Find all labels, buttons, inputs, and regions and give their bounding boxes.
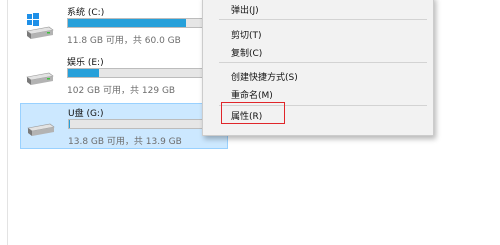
drive-usage-bar (68, 119, 218, 129)
menu-separator (219, 19, 427, 20)
menu-item-cut[interactable]: 剪切(T) (231, 28, 262, 41)
drive-space-text: 11.8 GB 可用，共 60.0 GB (67, 36, 181, 46)
drive-item-g[interactable]: U盘 (G:) 13.8 GB 可用，共 13.9 GB (20, 103, 228, 149)
drive-usage-bar (67, 68, 217, 78)
drive-name: 娱乐 (E:) (67, 58, 104, 68)
menu-item-rename[interactable]: 重命名(M) (231, 88, 273, 101)
menu-item-copy[interactable]: 复制(C) (231, 46, 262, 59)
drive-item-c[interactable]: 系统 (C:) 11.8 GB 可用，共 60.0 GB (20, 3, 228, 49)
usb-drive-icon (27, 123, 55, 136)
drive-space-text: 102 GB 可用，共 129 GB (67, 86, 176, 96)
drive-usage-bar (67, 18, 217, 28)
menu-item-properties[interactable]: 属性(R) (231, 109, 262, 122)
drive-usage-fill (69, 120, 71, 128)
drive-item-e[interactable]: 娱乐 (E:) 102 GB 可用，共 129 GB (20, 53, 228, 99)
drive-usage-fill (68, 69, 100, 77)
drive-name: 系统 (C:) (67, 8, 105, 18)
menu-item-eject[interactable]: 弹出(J) (231, 3, 259, 16)
menu-item-create-shortcut[interactable]: 创建快捷方式(S) (231, 70, 298, 83)
windows-system-drive-icon (26, 13, 54, 39)
context-menu: 弹出(J) 剪切(T) 复制(C) 创建快捷方式(S) 重命名(M) 属性(R) (202, 0, 434, 136)
file-explorer-view: 系统 (C:) 11.8 GB 可用，共 60.0 GB 娱乐 (E:) 102… (0, 0, 500, 245)
hard-drive-icon (26, 72, 54, 85)
drive-usage-fill (68, 19, 187, 27)
navigation-pane-divider (7, 0, 8, 245)
drive-space-text: 13.8 GB 可用，共 13.9 GB (68, 137, 182, 147)
drive-name: U盘 (G:) (68, 109, 104, 119)
menu-separator (219, 62, 427, 63)
